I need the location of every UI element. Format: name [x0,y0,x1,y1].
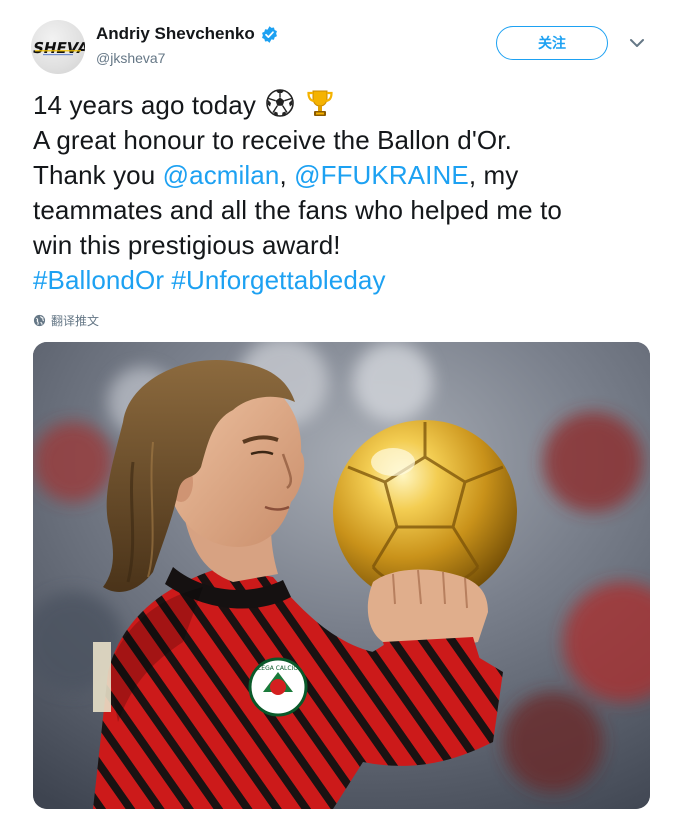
chevron-down-icon[interactable] [628,36,646,50]
tweet-line-3-post: , my [468,160,519,190]
tweet-line-3-pre: Thank you [33,160,163,190]
mention-ffukraine-link[interactable]: @FFUKRAINE [294,160,469,190]
lega-calcio-badge: LEGA CALCIO [248,657,308,717]
tweet-line-1-text: 14 years ago today [33,90,256,120]
tweet-card: SHEVA Andriy Shevchenko @jksheva7 关注 14 … [0,0,679,824]
trophy-icon [305,88,335,118]
translate-label: 翻译推文 [51,314,100,328]
author-handle[interactable]: @jksheva7 [96,50,165,66]
translate-tweet-link[interactable]: 翻译推文 [33,312,99,329]
avatar[interactable]: SHEVA [31,20,85,74]
hashtag-unforgettableday-link[interactable]: #Unforgettableday [171,265,385,295]
tweet-text: 14 years ago today A great honour to rec… [33,88,663,298]
mention-acmilan-link[interactable]: @acmilan [163,160,280,190]
tweet-line-4: teammates and all the fans who helped me… [33,195,562,225]
avatar-logo: SHEVA [31,39,85,57]
follow-button[interactable]: 关注 [496,26,608,60]
author-display-name[interactable]: Andriy Shevchenko [96,24,255,44]
player-holding-golden-ball-image: LEGA CALCIO [33,342,650,809]
tweet-photo[interactable]: LEGA CALCIO [33,342,650,809]
tweet-line-1: 14 years ago today [33,88,663,123]
tweet-line-3: Thank you @acmilan, @FFUKRAINE, my [33,158,663,193]
tweet-line-3-mid: , [279,160,295,190]
globe-icon [33,314,46,327]
tweet-hashtags: #BallondOr #Unforgettableday [33,263,663,298]
hashtag-ballondor-link[interactable]: #BallondOr [33,265,164,295]
verified-badge-icon [260,25,279,44]
author-name-row[interactable]: Andriy Shevchenko [96,22,279,46]
soccer-ball-icon [265,88,295,118]
tweet-line-2: A great honour to receive the Ballon d'O… [33,125,512,155]
follow-button-label: 关注 [538,35,566,51]
tweet-line-5: win this prestigious award! [33,230,341,260]
badge-text: LEGA CALCIO [258,665,298,672]
